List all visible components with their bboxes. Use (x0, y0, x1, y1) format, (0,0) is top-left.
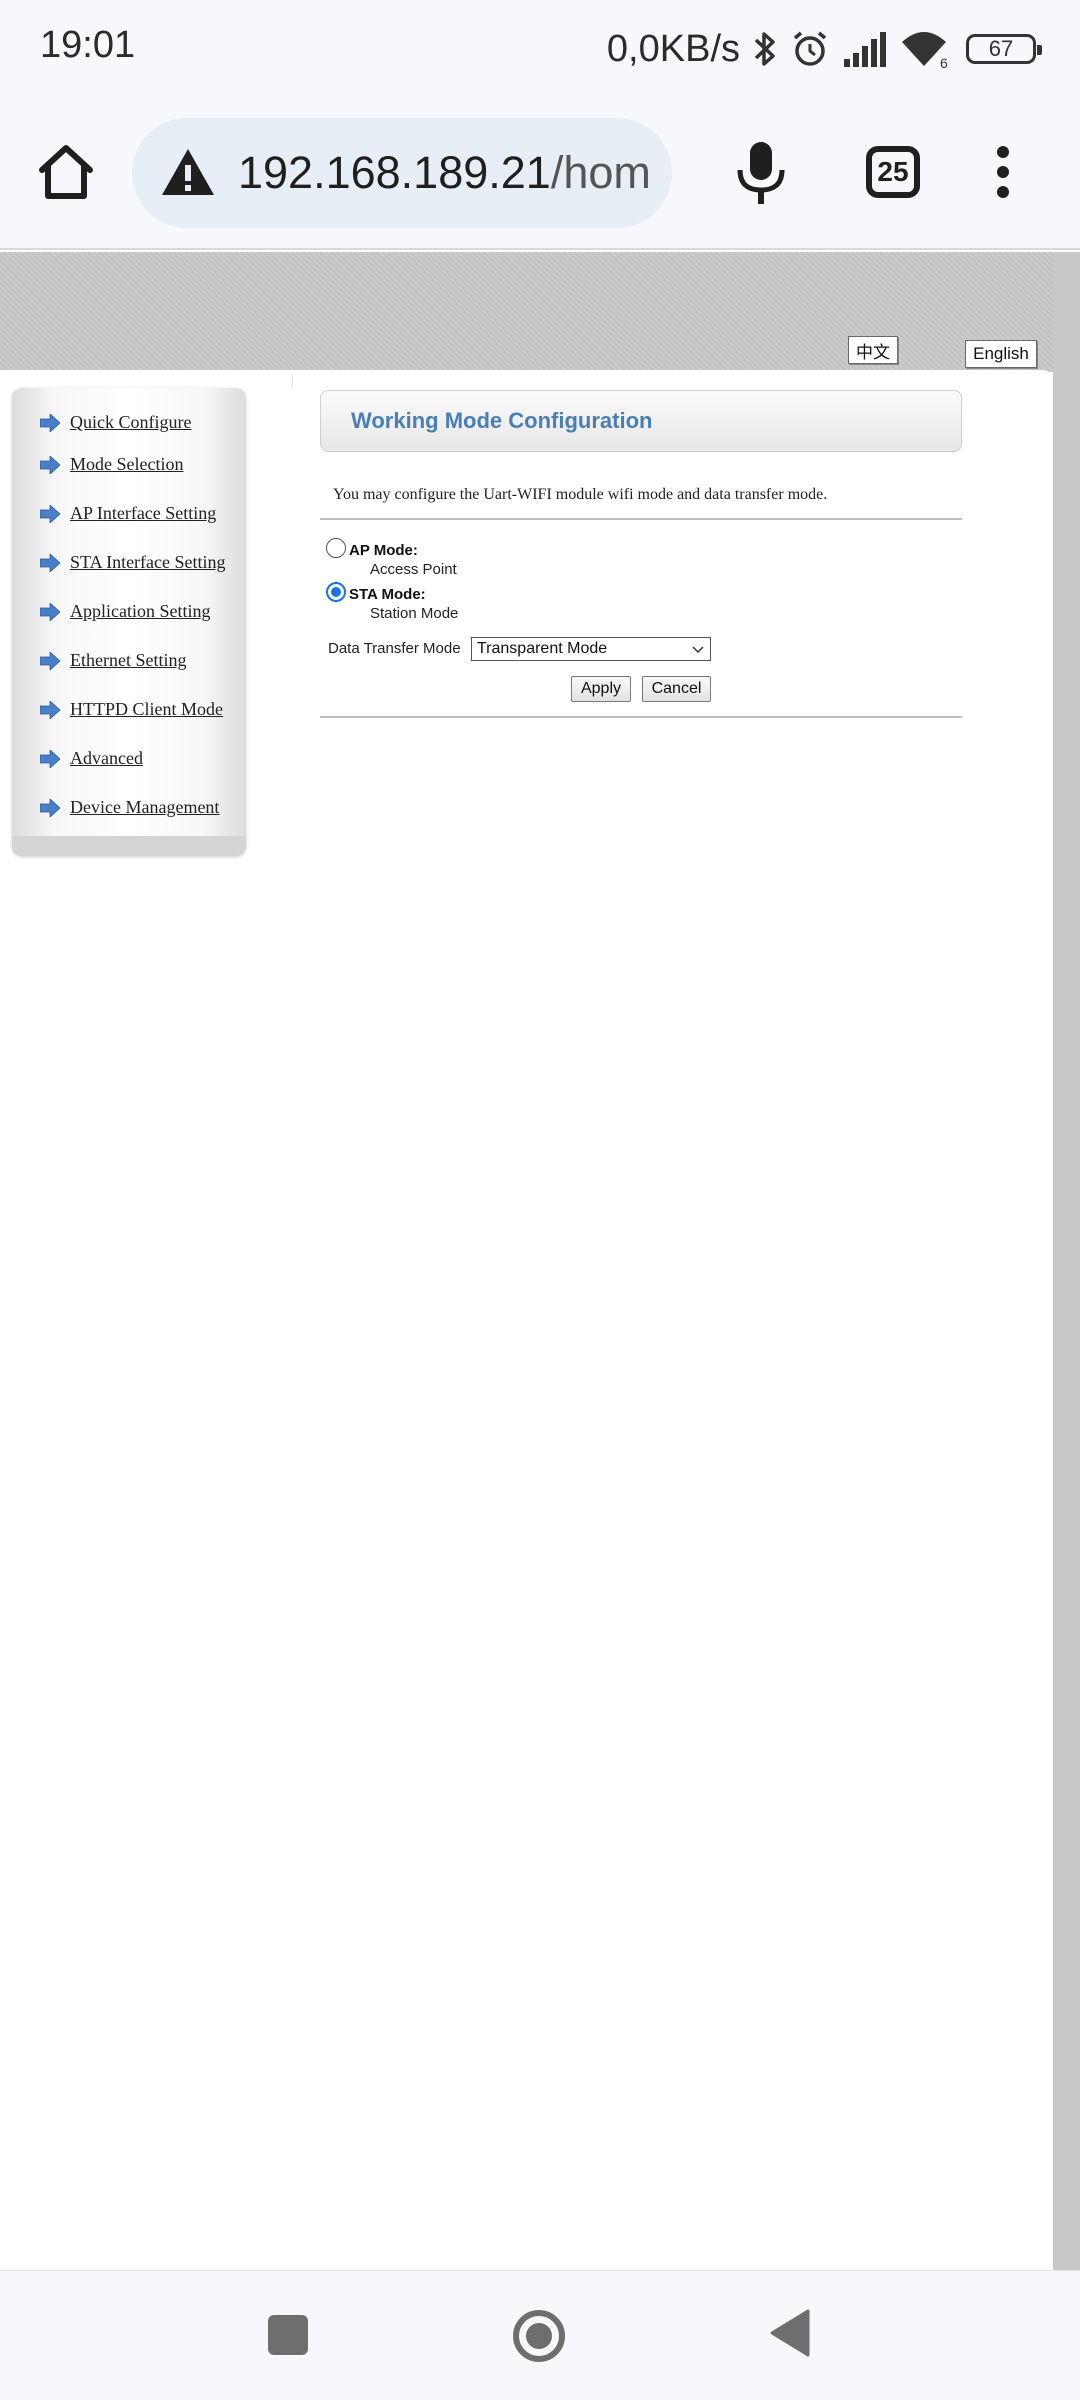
language-chinese-button[interactable]: 中文 (848, 336, 898, 364)
data-transfer-mode-value: Transparent Mode (477, 640, 608, 657)
chevron-down-icon (692, 646, 704, 654)
arrow-right-icon (40, 602, 60, 621)
sta-mode-text: STA Mode: Station Mode (349, 586, 458, 622)
sidebar-item-label: Application Setting (70, 601, 211, 621)
url-text[interactable]: 192.168.189.21/home (238, 147, 648, 199)
arrow-right-icon (40, 504, 60, 523)
arrow-right-icon (40, 749, 60, 768)
tabs-icon[interactable]: 25 (866, 146, 920, 198)
mic-icon[interactable] (732, 140, 790, 206)
sidebar-item-ap-interface[interactable]: AP Interface Setting (40, 503, 216, 524)
page-header-background (0, 252, 1080, 372)
wifi-icon: 6 (902, 32, 948, 70)
signal-icon (844, 32, 886, 67)
apply-button[interactable]: Apply (571, 676, 631, 702)
sidebar-item-label: Advanced (70, 748, 143, 768)
language-english-button[interactable]: English (965, 340, 1037, 368)
sidebar-item-quick-configure[interactable]: Quick Configure (40, 412, 191, 433)
frame-divider (292, 374, 293, 388)
sidebar-item-sta-interface[interactable]: STA Interface Setting (40, 552, 226, 573)
sidebar-item-application-setting[interactable]: Application Setting (40, 601, 210, 622)
battery-level: 67 (988, 36, 1014, 61)
sidebar-item-label: HTTPD Client Mode (70, 699, 223, 719)
net-speed: 0,0KB/s (606, 27, 740, 70)
bluetooth-icon (754, 32, 775, 66)
data-transfer-mode-select[interactable]: Transparent Mode (471, 637, 711, 661)
ap-mode-label: AP Mode: (349, 542, 418, 559)
sidebar-item-label: Device Management (70, 797, 220, 817)
back-icon[interactable] (770, 2309, 810, 2357)
arrow-right-icon (40, 413, 60, 432)
warning-icon[interactable] (160, 145, 216, 201)
home-icon[interactable] (34, 140, 98, 204)
web-page: 中文 English Quick Configure Mode Selectio… (0, 252, 1080, 2270)
sidebar-item-ethernet-setting[interactable]: Ethernet Setting (40, 650, 186, 671)
cancel-button[interactable]: Cancel (642, 676, 711, 702)
recents-icon[interactable] (268, 2315, 308, 2355)
arrow-right-icon (40, 700, 60, 719)
arrow-right-icon (40, 651, 60, 670)
sidebar-footer (12, 836, 246, 856)
battery-icon: 67 (966, 34, 1042, 64)
wifi-badge: 6 (940, 55, 948, 70)
status-icons: 0,0KB/s 6 67 (606, 24, 1042, 74)
url-path: /home (550, 147, 648, 198)
sidebar-item-label: Mode Selection (70, 454, 184, 474)
data-transfer-mode-label: Data Transfer Mode (328, 640, 461, 657)
ap-mode-sub: Access Point (370, 561, 457, 578)
arrow-right-icon (40, 798, 60, 817)
page-right-gutter (1053, 252, 1080, 2270)
sidebar-item-advanced[interactable]: Advanced (40, 748, 143, 769)
arrow-right-icon (40, 553, 60, 572)
sidebar-menu: Quick Configure Mode Selection AP Interf… (12, 388, 246, 856)
ap-mode-option[interactable]: AP Mode: Access Point (326, 538, 457, 578)
ap-mode-radio[interactable] (326, 538, 346, 558)
home-circle-icon[interactable] (512, 2309, 566, 2363)
sta-mode-sub: Station Mode (370, 605, 459, 622)
browser-toolbar: 192.168.189.21/home 25 (0, 98, 1080, 250)
menu-icon[interactable] (996, 146, 1010, 198)
url-host: 192.168.189.21 (238, 147, 551, 198)
sta-mode-label: STA Mode: (349, 586, 426, 603)
sta-mode-radio[interactable] (326, 582, 346, 602)
section-header: Working Mode Configuration (320, 390, 962, 452)
alarm-icon (793, 31, 827, 66)
divider-bottom (320, 716, 962, 718)
sidebar-item-httpd-client[interactable]: HTTPD Client Mode (40, 699, 223, 720)
sidebar-item-label: AP Interface Setting (70, 503, 217, 523)
page-title: Working Mode Configuration (351, 408, 653, 433)
section-description: You may configure the Uart-WIFI module w… (333, 486, 828, 503)
status-time: 19:01 (40, 24, 136, 66)
tab-count: 25 (877, 156, 909, 187)
status-bar: 19:01 0,0KB/s 6 67 (0, 0, 1080, 98)
sidebar-item-device-management[interactable]: Device Management (40, 797, 219, 818)
divider-top (320, 518, 962, 520)
sidebar-item-label: Ethernet Setting (70, 650, 187, 670)
sidebar-item-label: STA Interface Setting (70, 552, 226, 572)
sidebar-item-mode-selection[interactable]: Mode Selection (40, 454, 183, 475)
ap-mode-text: AP Mode: Access Point (349, 542, 457, 578)
arrow-right-icon (40, 455, 60, 474)
address-bar[interactable]: 192.168.189.21/home (132, 118, 672, 228)
system-nav-bar (0, 2270, 1080, 2400)
sidebar-item-label: Quick Configure (70, 412, 192, 432)
sta-mode-option[interactable]: STA Mode: Station Mode (326, 582, 458, 622)
